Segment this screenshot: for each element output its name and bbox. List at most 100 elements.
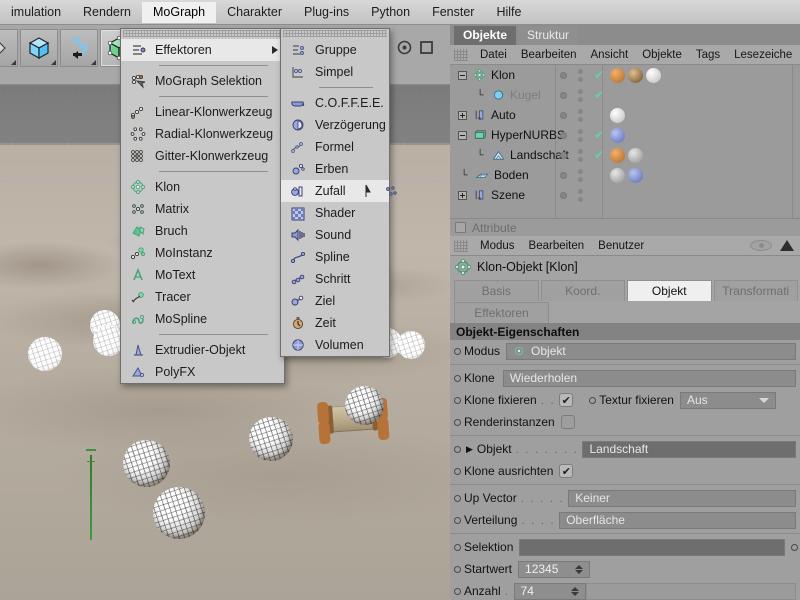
tab-struktur[interactable]: Struktur — [518, 26, 579, 45]
expand-icon[interactable] — [458, 190, 467, 200]
menu-item-klon[interactable]: Klon — [121, 176, 284, 198]
menu-item-motext[interactable]: MoText — [121, 264, 284, 286]
visibility-dot-pair-icon[interactable] — [578, 168, 583, 182]
modus-dropdown[interactable]: Objekt — [506, 342, 796, 360]
square-icon[interactable] — [419, 40, 434, 55]
enable-dot-icon[interactable] — [560, 191, 567, 199]
visibility-eye-icon[interactable] — [750, 240, 772, 251]
menu-item-formel[interactable]: Formel — [281, 136, 389, 158]
tag-strip[interactable] — [610, 127, 625, 143]
visibility-dot-pair-icon[interactable] — [578, 68, 583, 82]
enable-dot-icon[interactable] — [560, 91, 567, 99]
om-menu-lesezeichen[interactable]: Lesezeiche — [727, 47, 799, 63]
menu-item-erben[interactable]: Erben — [281, 158, 389, 180]
menu-item-extrudier-objekt[interactable]: Extrudier-Objekt — [121, 339, 284, 361]
attr-tab-objekt[interactable]: Objekt — [627, 280, 712, 301]
expand-triangle-icon[interactable]: ▶ — [466, 444, 473, 455]
menu-grip-icon[interactable] — [283, 30, 387, 37]
tag-strip[interactable] — [610, 67, 661, 83]
animate-bullet-icon[interactable] — [454, 516, 461, 524]
om-menu-objekte[interactable]: Objekte — [635, 47, 689, 63]
menu-item-tool-icons[interactable] — [360, 183, 400, 199]
menu-rendern[interactable]: Rendern — [72, 2, 142, 23]
panel-grip-icon[interactable] — [454, 239, 468, 252]
menu-item-zeit[interactable]: Zeit — [281, 312, 389, 334]
am-menu-bearbeiten[interactable]: Bearbeiten — [522, 238, 592, 254]
selektion-field[interactable] — [519, 538, 785, 556]
tab-objekte[interactable]: Objekte — [454, 26, 517, 45]
animate-bullet-icon[interactable] — [454, 467, 461, 475]
menu-grip-icon[interactable] — [123, 30, 282, 37]
animate-bullet-icon[interactable] — [454, 494, 461, 502]
menu-item-linear-klonwerkzeug[interactable]: Linear-Klonwerkzeug — [121, 101, 284, 123]
enable-dot-icon[interactable] — [560, 131, 567, 139]
tag-material-grey[interactable] — [610, 167, 625, 183]
deform-check-icon[interactable]: ✔ — [594, 89, 604, 101]
menu-simulation[interactable]: imulation — [0, 2, 72, 23]
om-menu-ansicht[interactable]: Ansicht — [583, 47, 635, 63]
menu-item-matrix[interactable]: Matrix — [121, 198, 284, 220]
tag-material-white[interactable] — [646, 67, 661, 83]
om-menu-bearbeiten[interactable]: Bearbeiten — [514, 47, 584, 63]
tag-material-orange[interactable] — [610, 67, 625, 83]
tag-material-wood[interactable] — [628, 67, 643, 83]
visibility-dots[interactable]: ✔ — [560, 88, 604, 102]
collapse-triangle-icon[interactable] — [780, 240, 794, 251]
visibility-dots[interactable]: ✔ — [560, 128, 604, 142]
menu-item-zufall[interactable]: Zufall — [281, 180, 397, 202]
attr-tab-transformation[interactable]: Transformati — [713, 280, 798, 301]
menu-item-mospline[interactable]: MoSpline — [121, 308, 284, 330]
attr-tab-koord[interactable]: Koord. — [540, 280, 625, 301]
visibility-dots[interactable]: ✔ — [560, 68, 604, 82]
visibility-dot-pair-icon[interactable] — [578, 88, 583, 102]
menu-charakter[interactable]: Charakter — [216, 2, 293, 23]
menu-item-bruch[interactable]: Bruch — [121, 220, 284, 242]
attr-tab-effektoren[interactable]: Effektoren — [454, 302, 549, 323]
menu-item-radial-klonwerkzeug[interactable]: Radial-Klonwerkzeug — [121, 123, 284, 145]
object-tree-row[interactable]: Klon ✔ — [450, 65, 800, 85]
deform-check-icon[interactable]: ✔ — [594, 149, 604, 161]
object-tree-scrollbar[interactable] — [792, 65, 800, 218]
verteilung-dropdown[interactable]: Oberfläche — [559, 511, 796, 529]
anzahl-slider[interactable] — [585, 582, 796, 600]
stepper-arrows-icon[interactable] — [575, 564, 584, 574]
stepper-arrows-icon[interactable] — [570, 586, 579, 596]
visibility-dot-pair-icon[interactable] — [578, 148, 583, 162]
klone-ausrichten-checkbox[interactable]: ✔ — [559, 464, 574, 478]
klone-dropdown[interactable]: Wiederholen — [502, 369, 796, 387]
panel-grip-icon[interactable] — [454, 48, 468, 61]
object-tree-row[interactable]: └ Landschaft ✔ — [450, 145, 800, 165]
animate-bullet-icon[interactable] — [454, 347, 461, 355]
expand-icon[interactable] — [458, 110, 467, 120]
menu-hilfe[interactable]: Hilfe — [485, 2, 532, 23]
tag-material-blue[interactable] — [610, 127, 625, 143]
object-tree[interactable]: Klon ✔ └ Kugel ✔ Auto HyperNURBS ✔ └ Landschaft ✔ └… — [450, 65, 800, 218]
object-tree-row[interactable]: └ Boden — [450, 165, 800, 185]
menu-mograph[interactable]: MoGraph — [141, 1, 217, 23]
om-menu-tags[interactable]: Tags — [689, 47, 727, 63]
menu-item-ziel[interactable]: Ziel — [281, 290, 389, 312]
tag-strip[interactable] — [610, 147, 643, 163]
collapse-icon[interactable] — [458, 130, 467, 140]
effektoren-submenu[interactable]: Gruppe Simpel C.O.F.F.E.E. Verzögerung Forme… — [280, 28, 397, 357]
visibility-dot-pair-icon[interactable] — [578, 108, 583, 122]
tag-strip[interactable] — [610, 107, 625, 123]
tag-strip[interactable] — [610, 167, 643, 183]
klone-fixieren-checkbox[interactable]: ✔ — [559, 393, 574, 407]
visibility-dots[interactable] — [560, 168, 583, 182]
visibility-dot-pair-icon[interactable] — [578, 188, 583, 202]
upvector-dropdown[interactable]: Keiner — [568, 489, 796, 507]
tag-material-blue[interactable] — [628, 167, 643, 183]
cube-tool-button[interactable] — [20, 28, 58, 67]
enable-dot-icon[interactable] — [560, 71, 567, 79]
am-menu-benutzer[interactable]: Benutzer — [591, 238, 651, 254]
menu-item-sound[interactable]: Sound — [281, 224, 389, 246]
menu-item-polyfx[interactable]: PolyFX — [121, 361, 284, 383]
objekt-link-field[interactable]: Landschaft — [582, 440, 796, 458]
menu-item-mograph-selektion[interactable]: MoGraph Selektion — [121, 70, 284, 92]
animate-bullet-icon[interactable] — [454, 418, 461, 426]
om-menu-datei[interactable]: Datei — [473, 47, 514, 63]
visibility-dot-pair-icon[interactable] — [578, 128, 583, 142]
animate-bullet-icon[interactable] — [454, 396, 461, 404]
enable-dot-icon[interactable] — [560, 111, 567, 119]
